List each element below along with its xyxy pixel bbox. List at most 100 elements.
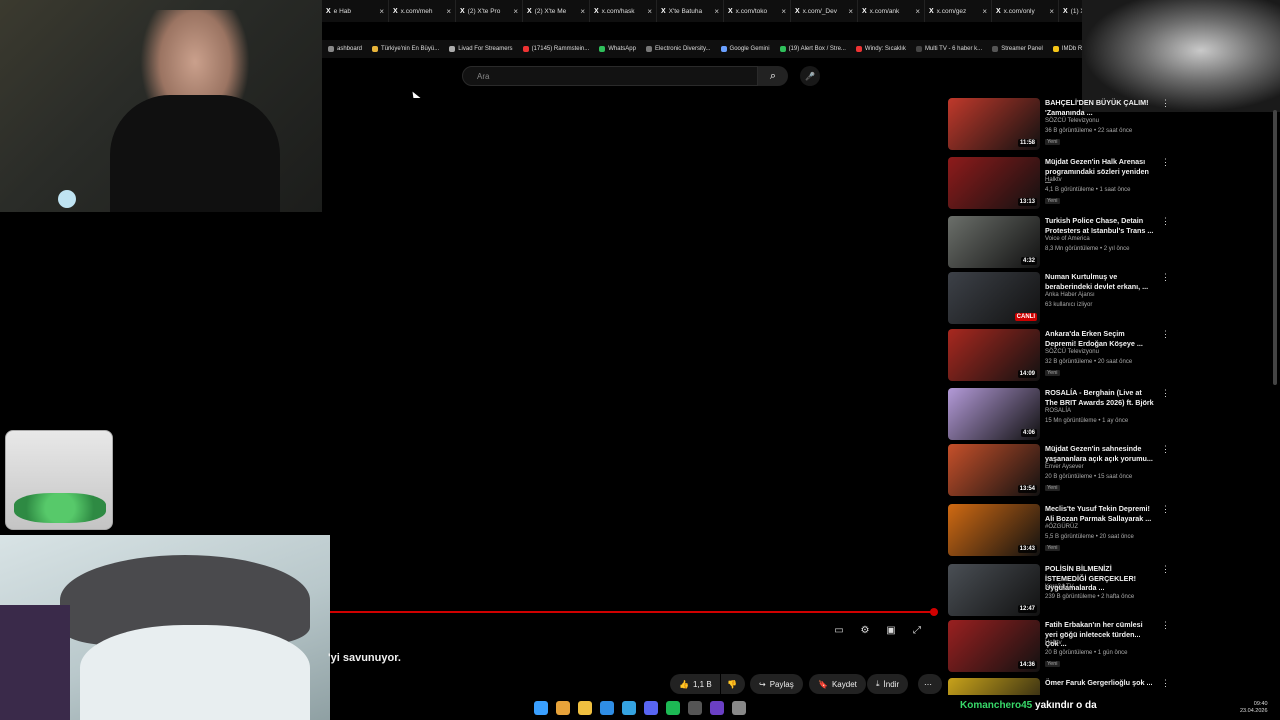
channel-name[interactable]: ROSALÍA — [1045, 408, 1071, 414]
video-item-title[interactable]: Turkish Police Chase, Detain Protesters … — [1045, 216, 1155, 235]
settings-icon[interactable] — [732, 701, 746, 715]
windows-icon[interactable] — [534, 701, 548, 715]
browser-tab[interactable]: Xx.com/only × — [992, 0, 1059, 22]
related-video-item[interactable]: 11:58 BAHÇELİ'DEN BÜYÜK ÇALIM! 'Zamanında… — [948, 98, 1173, 152]
video-item-title[interactable]: Ömer Faruk Gergerlioğlu şok ... — [1045, 678, 1155, 688]
more-vert-icon[interactable]: ⋮ — [1161, 564, 1170, 575]
channel-name[interactable]: Voice of America — [1045, 236, 1090, 242]
scrollbar[interactable] — [1273, 110, 1277, 385]
more-vert-icon[interactable]: ⋮ — [1161, 678, 1170, 689]
settings-button[interactable]: ⚙ — [857, 623, 873, 637]
bookmark-item[interactable]: WhatsApp — [599, 46, 636, 52]
video-item-title[interactable]: ROSALÍA - Berghain (Live at The BRIT Awa… — [1045, 388, 1155, 407]
related-video-item[interactable]: 13:43 Meclis'te Yusuf Tekin Depremi! Ali … — [948, 504, 1173, 558]
related-video-item[interactable]: Ömer Faruk Gergerlioğlu şok ... ⋮ — [948, 678, 1173, 695]
video-player[interactable] — [330, 98, 938, 643]
bookmark-item[interactable]: (17145) Rammstein... — [522, 46, 589, 52]
more-actions-button[interactable]: ⋯ — [918, 674, 942, 694]
related-video-item[interactable]: 4:32 Turkish Police Chase, Detain Protest… — [948, 216, 1173, 270]
related-video-item[interactable]: CANLI Numan Kurtulmuş ve beraberindeki de… — [948, 272, 1173, 326]
related-video-item[interactable]: 4:06 ROSALÍA - Berghain (Live at The BRIT… — [948, 388, 1173, 442]
close-icon[interactable]: × — [580, 7, 585, 16]
channel-name[interactable]: Anka Haber Ajansı — [1045, 292, 1095, 298]
video-thumbnail[interactable]: 4:32 — [948, 216, 1040, 268]
related-video-item[interactable]: 13:54 Müjdat Gezen'in sahnesinde yaşananl… — [948, 444, 1173, 498]
browser-tab[interactable]: Xx.com/ank × — [858, 0, 925, 22]
channel-name[interactable]: Halktv — [1045, 177, 1062, 183]
video-item-title[interactable]: BAHÇELİ'DEN BÜYÜK ÇALIM! 'Zamanında ... — [1045, 98, 1155, 117]
video-item-title[interactable]: Müjdat Gezen'in sahnesinde yaşananlara a… — [1045, 444, 1155, 463]
related-video-item[interactable]: 13:13 Müjdat Gezen'in Halk Arenası progra… — [948, 157, 1173, 211]
video-thumbnail[interactable] — [948, 678, 1040, 695]
video-item-title[interactable]: Numan Kurtulmuş ve beraberindeki devlet … — [1045, 272, 1155, 291]
download-button[interactable]: ⤓ İndir — [867, 674, 909, 694]
save-button[interactable]: 🔖 Kaydet — [809, 674, 866, 694]
browser-tab[interactable]: X (2) X'te Pro × — [456, 0, 523, 22]
progress-scrubber[interactable] — [930, 608, 938, 616]
close-icon[interactable]: × — [513, 7, 518, 16]
more-vert-icon[interactable]: ⋮ — [1161, 272, 1170, 283]
close-icon[interactable]: × — [714, 7, 719, 16]
close-icon[interactable]: × — [848, 7, 853, 16]
subtitles-button[interactable]: ▭ — [831, 623, 847, 637]
video-thumbnail[interactable]: 12:47 — [948, 564, 1040, 616]
progress-bar[interactable] — [330, 611, 937, 613]
channel-name[interactable]: Kare34 TV — [1045, 584, 1074, 590]
channel-name[interactable]: Halktv — [1045, 640, 1062, 646]
video-thumbnail[interactable]: 14:09 — [948, 329, 1040, 381]
close-icon[interactable]: × — [647, 7, 652, 16]
browser-tab[interactable]: X X'te Batuha × — [657, 0, 724, 22]
close-icon[interactable]: × — [1049, 7, 1054, 16]
browser-tab[interactable]: Xx.com/meh × — [389, 0, 456, 22]
bookmark-item[interactable]: ashboard — [328, 46, 362, 52]
video-item-title[interactable]: Ankara'da Erken Seçim Depremi! Erdoğan K… — [1045, 329, 1155, 348]
browser-tab[interactable]: Xx.com/hask × — [590, 0, 657, 22]
bookmark-item[interactable]: Livad For Streamers — [449, 46, 513, 52]
bookmark-item[interactable]: Electronic Diversity... — [645, 46, 711, 52]
video-item-title[interactable]: Meclis'te Yusuf Tekin Depremi! Ali Bozan… — [1045, 504, 1155, 523]
fullscreen-button[interactable]: ⤢ — [909, 623, 925, 637]
bookmark-item[interactable]: IMDb Ratings — [1052, 46, 1082, 52]
video-thumbnail[interactable]: 14:36 — [948, 620, 1040, 672]
bookmark-item[interactable]: Windy: Sıcaklık — [855, 46, 906, 52]
browser-tab[interactable]: X (2) X'te Me × — [523, 0, 590, 22]
video-thumbnail[interactable]: CANLI — [948, 272, 1040, 324]
more-vert-icon[interactable]: ⋮ — [1161, 444, 1170, 455]
browser-tab[interactable]: Xx.com/toko × — [724, 0, 791, 22]
close-icon[interactable]: × — [915, 7, 920, 16]
channel-name[interactable]: SÖZCÜ Televizyonu — [1045, 118, 1099, 124]
close-icon[interactable]: × — [982, 7, 987, 16]
channel-name[interactable]: #ÖZGÜRÜZ — [1045, 524, 1078, 530]
more-vert-icon[interactable]: ⋮ — [1161, 388, 1170, 399]
browser-tab[interactable]: X(1) X'te Bo× — [1059, 0, 1082, 22]
video-thumbnail[interactable]: 13:54 — [948, 444, 1040, 496]
voice-search-button[interactable]: 🎤 — [800, 66, 820, 86]
dislike-button[interactable]: 👎 — [721, 674, 745, 694]
channel-name[interactable]: SÖZCÜ Televizyonu — [1045, 349, 1099, 355]
video-thumbnail[interactable]: 13:13 — [948, 157, 1040, 209]
video-thumbnail[interactable]: 13:43 — [948, 504, 1040, 556]
more-vert-icon[interactable]: ⋮ — [1161, 620, 1170, 631]
more-vert-icon[interactable]: ⋮ — [1161, 329, 1170, 340]
related-video-item[interactable]: 14:36 Fatih Erbakan'ın her cümlesi yeri g… — [948, 620, 1173, 674]
calculator-icon[interactable] — [688, 701, 702, 715]
browser-tab[interactable]: Xe Hab × — [322, 0, 389, 22]
bookmark-item[interactable]: Streamer Panel — [992, 46, 1043, 52]
more-vert-icon[interactable]: ⋮ — [1161, 157, 1170, 168]
channel-name[interactable]: Enver Aysever — [1045, 464, 1084, 470]
spotify-icon[interactable] — [666, 701, 680, 715]
related-video-item[interactable]: 14:09 Ankara'da Erken Seçim Depremi! Erdo… — [948, 329, 1173, 383]
related-video-item[interactable]: 12:47 POLİSİN BİLMENİZİ İSTEMEDİĞİ GERÇEK… — [948, 564, 1173, 618]
bookmark-item[interactable]: Multi TV - 6 haber k... — [915, 46, 982, 52]
close-icon[interactable]: × — [379, 7, 384, 16]
video-thumbnail[interactable]: 4:06 — [948, 388, 1040, 440]
telegram-icon[interactable] — [622, 701, 636, 715]
search-button[interactable]: ⌕ — [758, 66, 788, 86]
bookmark-item[interactable]: (19) Alert Box / Stre... — [779, 46, 846, 52]
like-button[interactable]: 👍 1,1 B — [670, 674, 720, 694]
obs-icon[interactable] — [710, 701, 724, 715]
more-vert-icon[interactable]: ⋮ — [1161, 504, 1170, 515]
files-icon[interactable] — [578, 701, 592, 715]
close-icon[interactable]: × — [781, 7, 786, 16]
bookmark-item[interactable]: Türkiye'nin En Büyü... — [372, 46, 439, 52]
